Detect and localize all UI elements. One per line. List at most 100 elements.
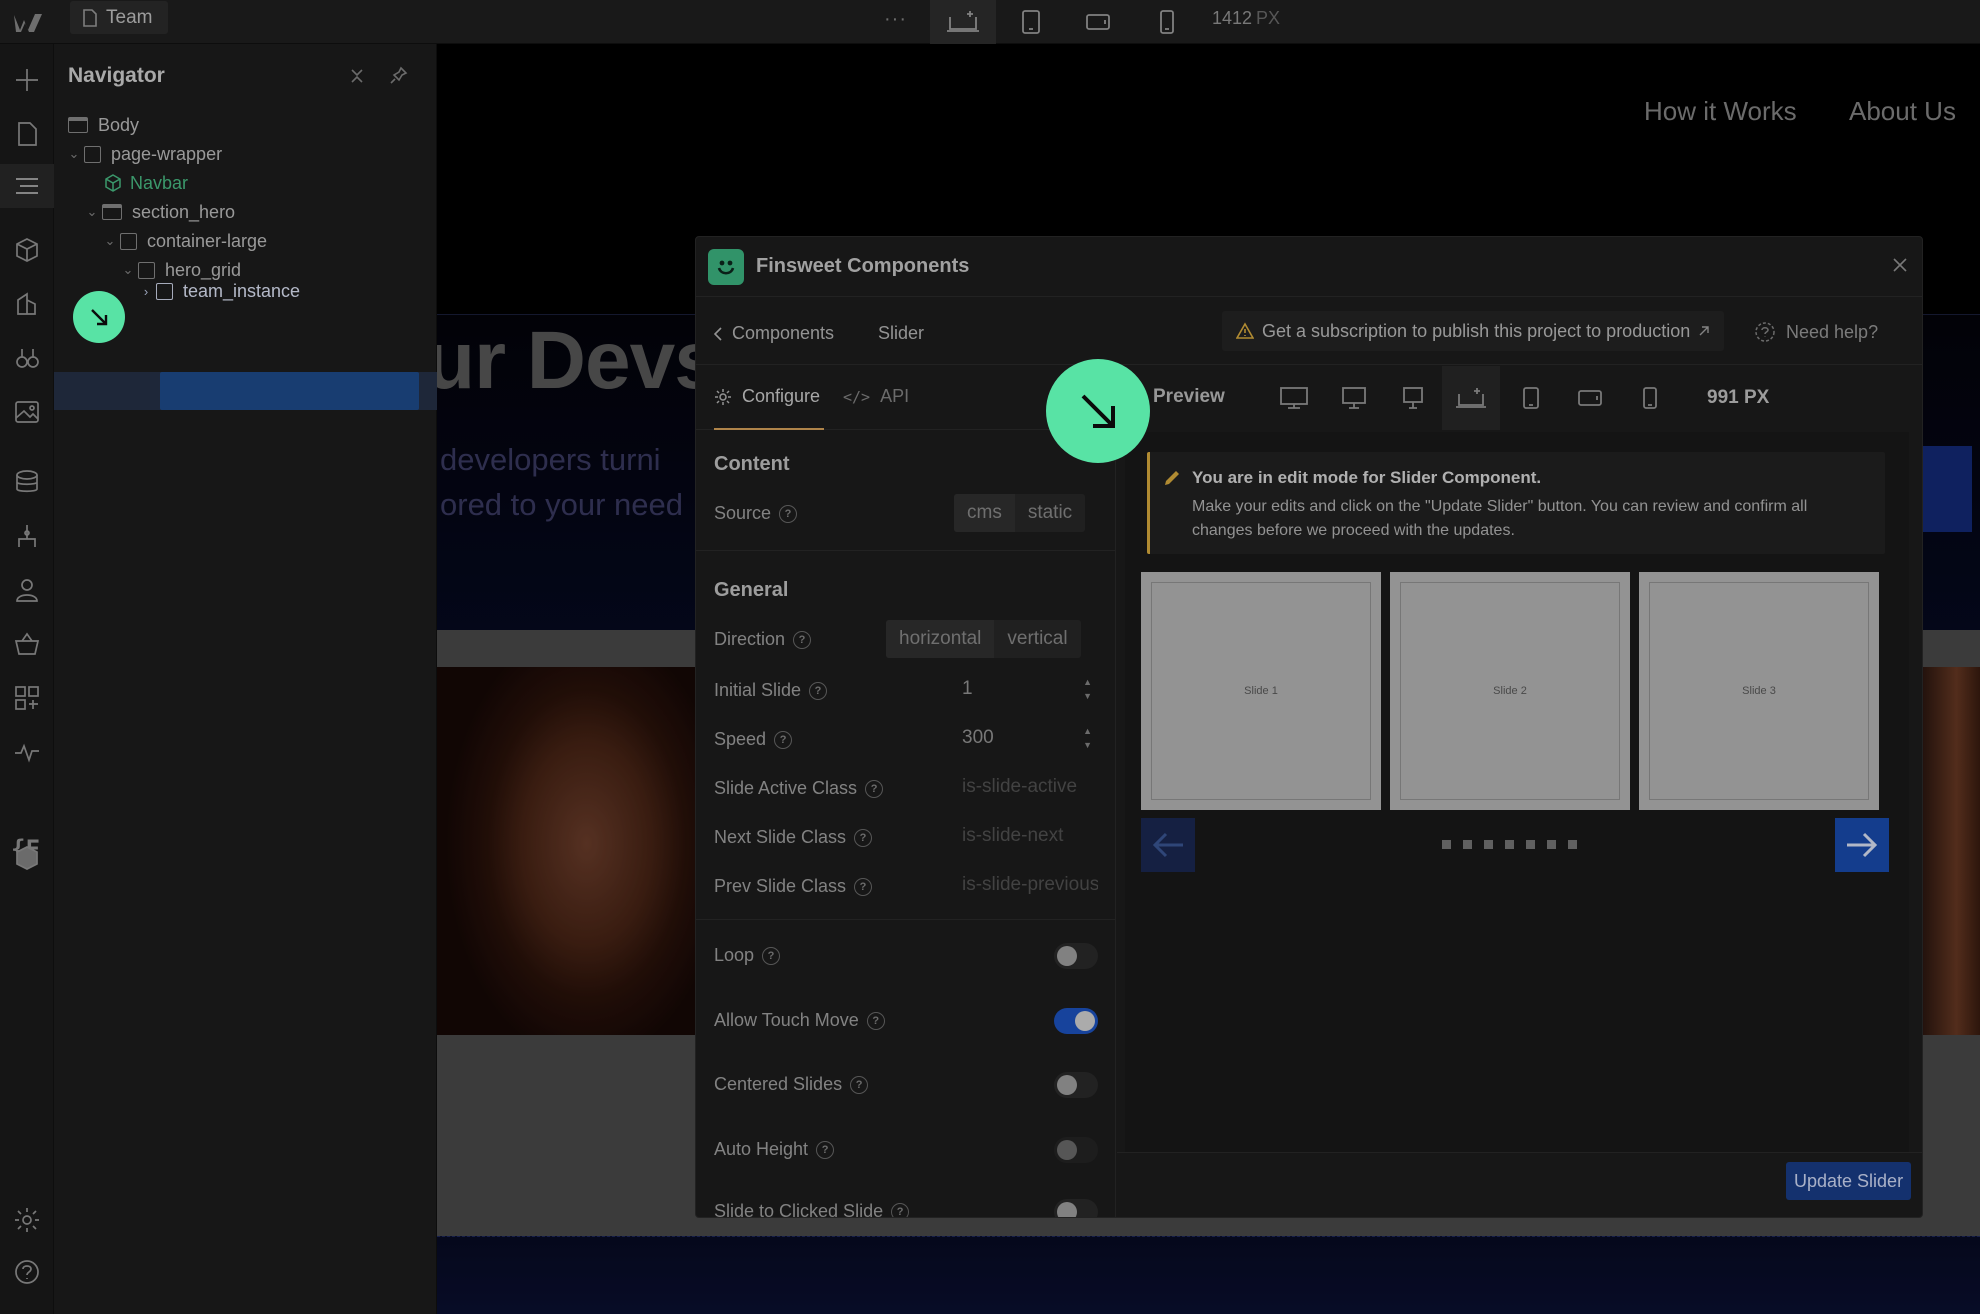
cms-icon[interactable] (13, 468, 41, 496)
slider-prev-arrow[interactable] (1141, 818, 1195, 872)
slide-to-clicked-label: Slide to Clicked Slide ? (714, 1201, 910, 1217)
slide-active-class-label: Slide Active Class ? (714, 778, 884, 799)
preview-desktop-md-icon[interactable] (1384, 366, 1442, 430)
source-option-cms[interactable]: cms (954, 494, 1015, 532)
help-icon[interactable]: ? (774, 730, 793, 749)
site-nav-about-us[interactable]: About Us (1849, 96, 1956, 127)
components-icon[interactable] (13, 236, 41, 264)
style-selectors-icon[interactable] (13, 290, 41, 318)
breakpoint-tablet-icon[interactable] (998, 0, 1064, 44)
site-nav-how-it-works[interactable]: How it Works (1644, 96, 1797, 127)
settings-icon[interactable] (13, 1206, 41, 1234)
slider-dot[interactable] (1442, 840, 1451, 849)
loop-toggle[interactable] (1054, 943, 1098, 969)
pages-icon[interactable] (13, 120, 41, 148)
centered-slides-label: Centered Slides ? (714, 1074, 869, 1095)
source-option-static[interactable]: static (1015, 494, 1085, 532)
help-icon[interactable]: ? (809, 681, 828, 700)
preview-width: 991 PX (1707, 387, 1770, 408)
collapse-icon[interactable] (350, 68, 364, 84)
preview-base-icon[interactable] (1442, 366, 1500, 430)
more-options-icon[interactable]: ··· (884, 8, 907, 31)
body-icon (68, 117, 88, 133)
navigator-panel: Navigator Body ⌄ page-wrapper Navbar ⌄ s… (54, 44, 437, 1314)
page-tab[interactable]: Team (70, 1, 169, 34)
help-icon[interactable]: ? (891, 1202, 910, 1217)
slider-dot[interactable] (1547, 840, 1556, 849)
prev-slide-class-label: Prev Slide Class ? (714, 876, 873, 897)
tree-item-team-instance[interactable]: › team_instance (138, 273, 300, 309)
help-icon[interactable]: ? (779, 504, 798, 523)
speed-input[interactable]: 300 ▲ ▼ (954, 720, 1098, 756)
help-icon[interactable]: ? (854, 828, 873, 847)
help-icon[interactable]: ? (866, 1011, 885, 1030)
need-help-link[interactable]: Need help? (1754, 321, 1878, 343)
breakpoint-desktop-base-icon[interactable] (930, 0, 996, 44)
help-icon[interactable]: ? (816, 1140, 835, 1159)
direction-option-vertical[interactable]: vertical (994, 620, 1080, 658)
warning-icon (1236, 322, 1254, 340)
variables-icon[interactable] (13, 344, 41, 372)
help-icon[interactable]: ? (793, 630, 812, 649)
allow-touch-move-label: Allow Touch Move ? (714, 1010, 885, 1031)
prev-slide-class-input[interactable]: is-slide-previous (954, 867, 1098, 903)
initial-slide-input[interactable]: 1 ▲ ▼ (954, 671, 1098, 707)
subscription-banner[interactable]: Get a subscription to publish this proje… (1222, 311, 1725, 351)
slider-dot[interactable] (1463, 840, 1472, 849)
preview-header: Preview 991 PX (1117, 366, 1922, 430)
slider-dot[interactable] (1484, 840, 1493, 849)
chevron-right-icon[interactable]: › (138, 284, 154, 299)
preview-desktop-lg-icon[interactable] (1325, 366, 1383, 430)
back-to-components-link[interactable]: Components (714, 323, 834, 344)
stepper-icon[interactable]: ▲ ▼ (1083, 724, 1092, 752)
chevron-down-icon[interactable]: ⌄ (84, 204, 100, 220)
apps-icon[interactable] (13, 684, 41, 712)
help-icon[interactable] (13, 1258, 41, 1286)
centered-slides-toggle[interactable] (1054, 1072, 1098, 1098)
preview-landscape-icon[interactable] (1561, 366, 1619, 430)
ecommerce-icon[interactable] (13, 630, 41, 658)
users-icon[interactable] (13, 576, 41, 604)
close-icon[interactable] (1892, 257, 1908, 273)
help-icon[interactable]: ? (854, 877, 873, 896)
general-section-title: General (714, 579, 789, 601)
top-bar: Team ··· 1412 PX (0, 0, 1980, 44)
logic-icon[interactable] (13, 522, 41, 550)
tab-api[interactable]: </> API (843, 386, 909, 407)
add-icon[interactable] (13, 66, 41, 94)
slider-dot[interactable] (1568, 840, 1577, 849)
help-icon[interactable]: ? (850, 1075, 869, 1094)
webflow-logo-icon[interactable] (12, 6, 44, 38)
allow-touch-move-toggle[interactable] (1054, 1008, 1098, 1034)
preview-tablet-icon[interactable] (1502, 366, 1560, 430)
audit-icon[interactable] (13, 738, 41, 766)
direction-option-horizontal[interactable]: horizontal (886, 620, 995, 658)
pin-icon[interactable] (390, 66, 408, 84)
assets-icon[interactable] (13, 398, 41, 426)
help-icon[interactable]: ? (865, 779, 884, 798)
preview-desktop-xl-icon[interactable] (1265, 366, 1323, 430)
package-icon[interactable] (13, 844, 41, 872)
chevron-down-icon[interactable]: ⌄ (66, 146, 82, 162)
breakpoint-mobile-icon[interactable] (1134, 0, 1200, 44)
help-icon[interactable]: ? (762, 946, 781, 965)
navigator-icon[interactable] (0, 164, 54, 208)
slide-to-clicked-toggle[interactable] (1054, 1199, 1098, 1217)
chevron-down-icon[interactable]: ⌄ (120, 262, 136, 278)
section-divider (696, 550, 1115, 551)
team-member-photo (437, 667, 695, 1035)
auto-height-toggle[interactable] (1054, 1137, 1098, 1163)
slider-next-arrow[interactable] (1835, 818, 1889, 872)
section-divider (696, 919, 1115, 920)
stepper-icon[interactable]: ▲ ▼ (1083, 675, 1092, 703)
div-block-icon (156, 282, 173, 300)
chevron-down-icon[interactable]: ⌄ (102, 233, 118, 249)
tab-configure[interactable]: Configure (714, 386, 820, 407)
slide-active-class-input[interactable]: is-slide-active (954, 769, 1098, 805)
preview-mobile-icon[interactable] (1621, 366, 1679, 430)
slider-dot[interactable] (1526, 840, 1535, 849)
breakpoint-landscape-icon[interactable] (1065, 0, 1131, 44)
next-slide-class-input[interactable]: is-slide-next (954, 818, 1098, 854)
slider-dot[interactable] (1505, 840, 1514, 849)
update-slider-button[interactable]: Update Slider (1786, 1162, 1912, 1200)
